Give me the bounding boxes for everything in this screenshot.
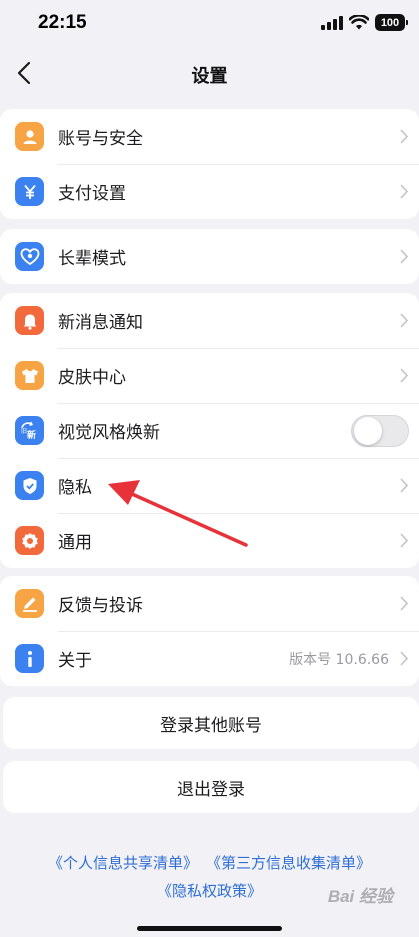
logout-button[interactable]: 退出登录 — [3, 761, 419, 813]
status-time: 22:15 — [38, 12, 87, 33]
refresh-new-icon: 新旧 — [15, 416, 44, 445]
settings-item-privacy[interactable]: 隐私 — [0, 458, 419, 513]
gear-icon — [15, 526, 44, 555]
settings-item-label: 新消息通知 — [58, 313, 143, 333]
svg-text:新: 新 — [27, 429, 36, 441]
nav-bar: 设置 — [0, 50, 419, 96]
battery-indicator: 100 — [375, 14, 408, 31]
settings-item-about[interactable]: 关于 版本号 10.6.66 — [0, 631, 419, 686]
settings-item-label: 反馈与投诉 — [58, 596, 143, 616]
settings-item-feedback[interactable]: 反馈与投诉 — [0, 576, 419, 631]
settings-group-about: 反馈与投诉 关于 版本号 10.6.66 — [0, 576, 419, 686]
chevron-right-icon — [400, 184, 408, 199]
settings-item-label: 支付设置 — [58, 184, 126, 204]
shirt-icon — [15, 361, 44, 390]
settings-item-elder-mode[interactable]: 长辈模式 — [0, 229, 419, 284]
settings-item-visual-style: 新旧 视觉风格焕新 — [0, 403, 419, 458]
chevron-right-icon — [400, 596, 408, 611]
status-bar: 22:15 100 — [0, 0, 419, 48]
third-party-collection-link[interactable]: 《第三方信息收集清单》 — [206, 854, 371, 872]
settings-item-skin-center[interactable]: 皮肤中心 — [0, 348, 419, 403]
settings-group-general: 新消息通知 皮肤中心 新旧 视觉风格焕新 隐私 通用 — [0, 293, 419, 568]
svg-text:旧: 旧 — [21, 428, 27, 435]
chevron-right-icon — [400, 313, 408, 328]
chevron-right-icon — [400, 129, 408, 144]
yuan-icon — [15, 177, 44, 206]
bell-icon — [15, 306, 44, 335]
personal-info-sharing-link[interactable]: 《个人信息共享清单》 — [48, 854, 198, 872]
settings-item-label: 关于 — [58, 651, 92, 671]
login-other-account-button[interactable]: 登录其他账号 — [3, 697, 419, 749]
shield-icon — [15, 471, 44, 500]
settings-item-account-security[interactable]: 账号与安全 — [0, 109, 419, 164]
page-title: 设置 — [191, 66, 228, 87]
settings-item-label: 长辈模式 — [58, 249, 126, 269]
settings-item-label: 视觉风格焕新 — [58, 423, 160, 443]
battery-level: 100 — [380, 16, 400, 29]
chevron-right-icon — [400, 478, 408, 493]
settings-item-label: 隐私 — [58, 478, 92, 498]
settings-item-notifications[interactable]: 新消息通知 — [0, 293, 419, 348]
status-icons: 100 — [321, 14, 408, 31]
wifi-icon — [349, 15, 369, 30]
chevron-right-icon — [400, 249, 408, 264]
settings-group-account: 账号与安全 支付设置 — [0, 109, 419, 219]
chevron-right-icon — [400, 533, 408, 548]
settings-item-payment[interactable]: 支付设置 — [0, 164, 419, 219]
chevron-right-icon — [400, 651, 408, 666]
toggle-knob — [354, 417, 382, 445]
privacy-policy-link[interactable]: 《隐私权政策》 — [157, 882, 262, 900]
settings-item-label: 账号与安全 — [58, 129, 143, 149]
signal-icon — [321, 15, 343, 30]
settings-item-label: 通用 — [58, 533, 92, 553]
heart-icon — [15, 242, 44, 271]
visual-style-toggle[interactable] — [351, 415, 409, 447]
settings-item-label: 皮肤中心 — [58, 368, 126, 388]
policy-links: 《个人信息共享清单》 《第三方信息收集清单》 — [0, 852, 419, 873]
settings-group-elder: 长辈模式 — [0, 229, 419, 284]
person-icon — [15, 122, 44, 151]
settings-item-general[interactable]: 通用 — [0, 513, 419, 568]
home-indicator — [137, 926, 282, 931]
version-value: 版本号 10.6.66 — [289, 651, 389, 668]
chevron-right-icon — [400, 368, 408, 383]
edit-icon — [15, 589, 44, 618]
watermark: Bai 经验 — [327, 887, 393, 906]
info-icon — [15, 644, 44, 673]
